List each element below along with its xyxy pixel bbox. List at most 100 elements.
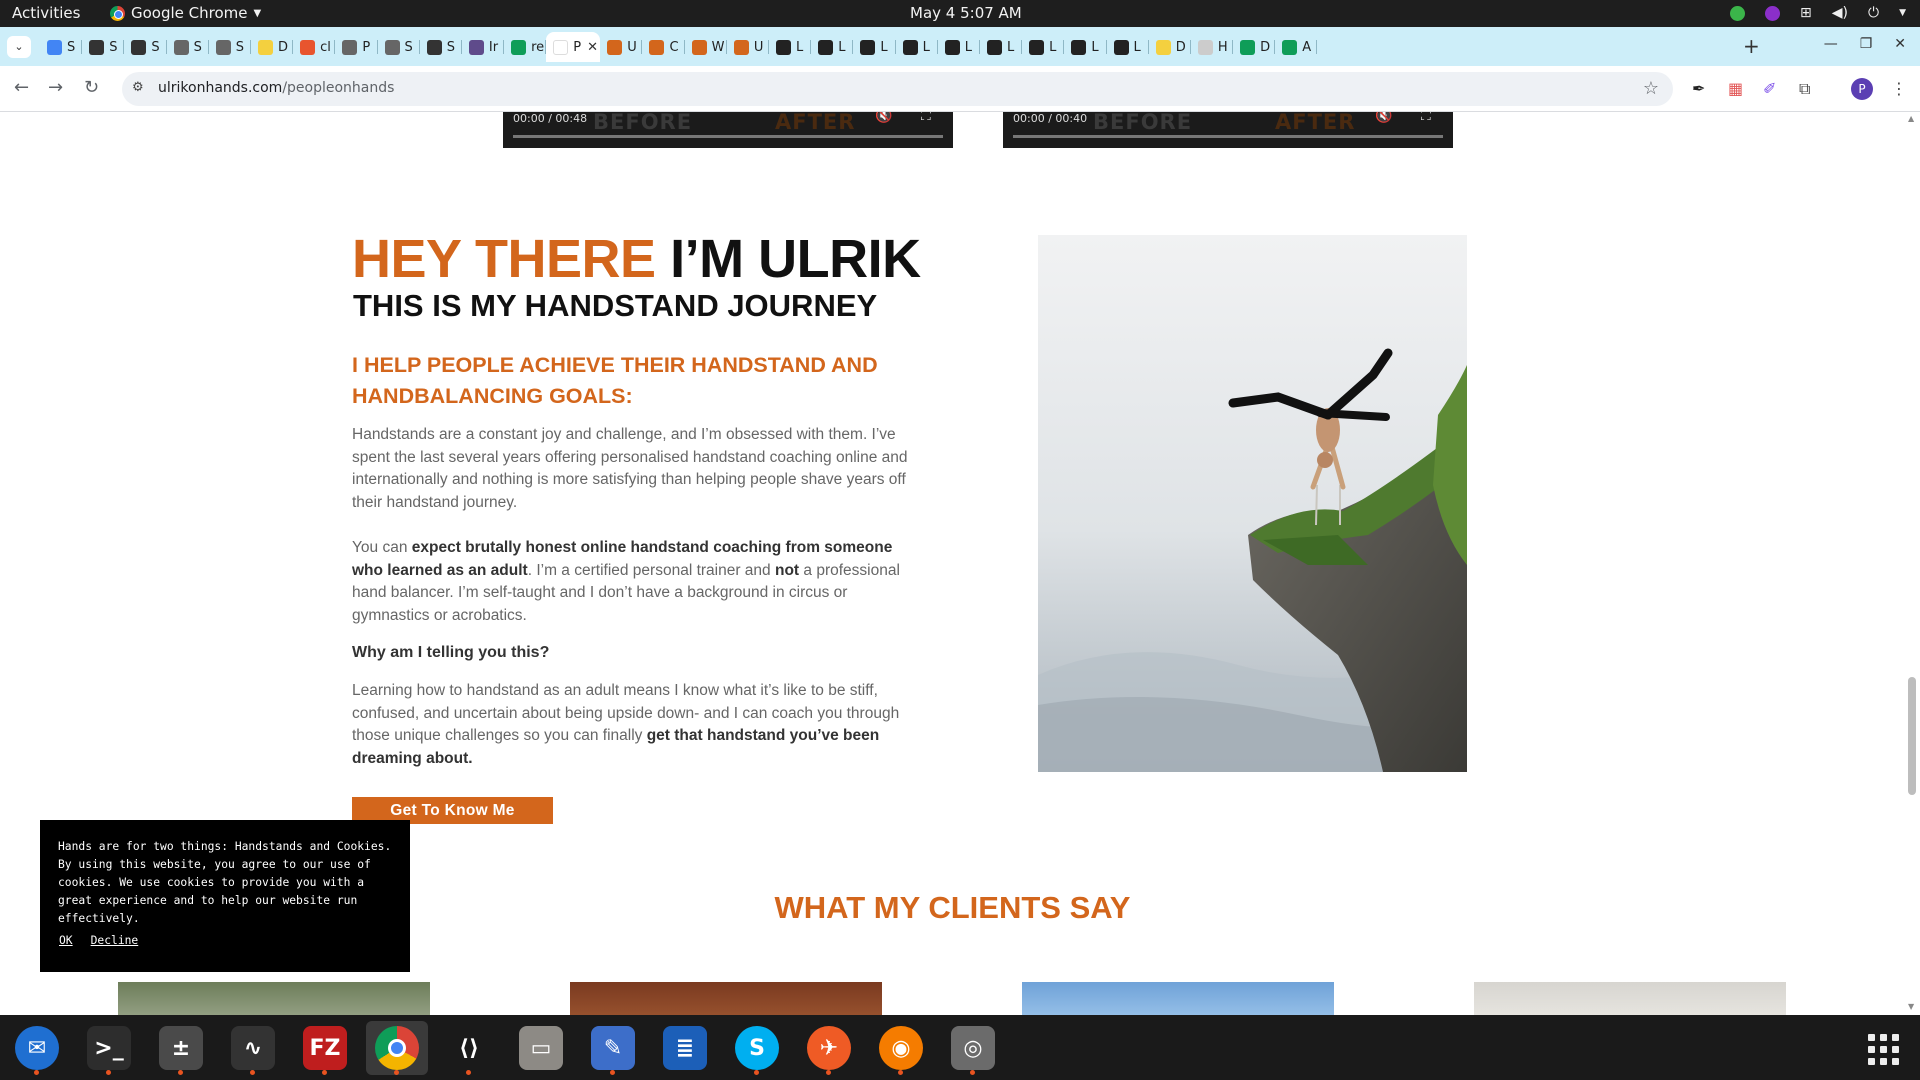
before-after-video[interactable]: 00:00 / 00:40 BEFORE AFTER 🔇 ⛶ bbox=[1003, 112, 1453, 148]
dock-skype[interactable]: S bbox=[726, 1021, 788, 1075]
reload-icon[interactable]: ↻ bbox=[84, 77, 99, 98]
browser-tab[interactable]: D bbox=[1233, 32, 1276, 62]
dock-disks[interactable]: ◎ bbox=[942, 1021, 1004, 1075]
update-icon[interactable] bbox=[1730, 5, 1746, 21]
postman-icon: ✈ bbox=[807, 1026, 851, 1070]
address-bar[interactable]: ⚙ ulrikonhands.com/peopleonhands ☆ bbox=[122, 72, 1673, 106]
network-icon[interactable]: ⊞ bbox=[1800, 3, 1812, 23]
page-scrollbar[interactable]: ▲ ▼ bbox=[1904, 112, 1920, 1015]
system-tray[interactable]: ⊞ ◀) ⏻ ▼ bbox=[1730, 3, 1906, 23]
dock-text-editor[interactable]: ✎ bbox=[582, 1021, 644, 1075]
browser-tab[interactable]: re bbox=[504, 32, 547, 62]
activities-button[interactable]: Activities bbox=[12, 4, 80, 22]
hero-title-name: I’M ULRIK bbox=[670, 229, 921, 289]
client-photo bbox=[1022, 982, 1334, 1015]
tab-label: D bbox=[1260, 39, 1271, 55]
browser-tab[interactable]: S bbox=[40, 32, 83, 62]
tab-search-button[interactable]: ⌄ bbox=[7, 36, 31, 58]
dock-files[interactable]: ▭ bbox=[510, 1021, 572, 1075]
browser-tab[interactable]: L bbox=[1022, 32, 1065, 62]
close-icon[interactable]: ✕ bbox=[1894, 36, 1906, 52]
running-indicator bbox=[322, 1070, 327, 1075]
volume-icon[interactable]: ◀) bbox=[1832, 3, 1848, 23]
browser-tab[interactable]: S bbox=[209, 32, 251, 62]
browser-tab[interactable]: Ir bbox=[462, 32, 505, 62]
browser-tab[interactable]: L bbox=[938, 32, 980, 62]
browser-tab[interactable]: S bbox=[420, 32, 462, 62]
site-info-icon[interactable]: ⚙ bbox=[132, 80, 144, 95]
browser-tab[interactable]: L bbox=[896, 32, 938, 62]
video-time: 00:00 / 00:48 bbox=[513, 112, 588, 125]
dock-system-monitor[interactable]: ∿ bbox=[222, 1021, 284, 1075]
dock-writer[interactable]: ≣ bbox=[654, 1021, 716, 1075]
minimize-icon[interactable]: — bbox=[1824, 36, 1838, 52]
browser-tab[interactable]: U bbox=[727, 32, 769, 62]
browser-tab[interactable]: D bbox=[251, 32, 294, 62]
mute-icon[interactable]: 🔇 bbox=[875, 112, 892, 124]
tab-label: P bbox=[573, 39, 582, 55]
pen-extension-icon[interactable]: ✐ bbox=[1763, 79, 1776, 98]
dock-blender[interactable]: ◉ bbox=[870, 1021, 932, 1075]
bookmark-star-icon[interactable]: ☆ bbox=[1643, 78, 1659, 99]
browser-tab[interactable]: S bbox=[124, 32, 167, 62]
browser-tab[interactable]: C bbox=[642, 32, 685, 62]
tab-label: Ir bbox=[488, 39, 499, 55]
browser-tab[interactable]: P bbox=[335, 32, 378, 62]
browser-tab[interactable]: L bbox=[853, 32, 896, 62]
tab-favicon-icon bbox=[1113, 39, 1129, 55]
tab-close-icon[interactable]: ✕ bbox=[587, 40, 598, 55]
fullscreen-icon[interactable]: ⛶ bbox=[921, 112, 931, 124]
video-progress-bar[interactable] bbox=[513, 135, 943, 138]
video-progress-bar[interactable] bbox=[1013, 135, 1443, 138]
new-tab-button[interactable]: + bbox=[1743, 34, 1760, 58]
browser-tab[interactable]: W bbox=[685, 32, 727, 62]
back-icon[interactable]: ← bbox=[14, 77, 29, 98]
mute-icon[interactable]: 🔇 bbox=[1375, 112, 1392, 124]
calendar-extension-icon[interactable]: ▦ bbox=[1728, 79, 1743, 98]
browser-tab[interactable]: L bbox=[1107, 32, 1149, 62]
browser-tab[interactable]: H bbox=[1191, 32, 1234, 62]
extensions-puzzle-icon[interactable]: ⧉ bbox=[1799, 79, 1810, 99]
dock-vscode[interactable]: ⟨⟩ bbox=[438, 1021, 500, 1075]
browser-tab[interactable]: L bbox=[1064, 32, 1107, 62]
browser-tab[interactable]: L bbox=[769, 32, 812, 62]
eyedropper-icon[interactable]: ✒ bbox=[1692, 79, 1705, 98]
dock-filezilla[interactable]: FZ bbox=[294, 1021, 356, 1075]
browser-tab[interactable]: D bbox=[1149, 32, 1191, 62]
extension-icon[interactable] bbox=[1765, 5, 1781, 21]
app-menu[interactable]: Google Chrome ▼ bbox=[110, 4, 261, 22]
power-icon[interactable]: ⏻ bbox=[1868, 3, 1879, 23]
url-text[interactable]: ulrikonhands.com/peopleonhands bbox=[158, 80, 394, 96]
clock[interactable]: May 4 5:07 AM bbox=[910, 4, 1022, 22]
tab-label: L bbox=[796, 39, 804, 55]
browser-tab[interactable]: L bbox=[980, 32, 1023, 62]
browser-tab[interactable]: S bbox=[82, 32, 125, 62]
forward-icon[interactable]: → bbox=[48, 77, 63, 98]
browser-tab[interactable]: U bbox=[600, 32, 643, 62]
before-after-video[interactable]: 00:00 / 00:48 BEFORE AFTER 🔇 ⛶ bbox=[503, 112, 953, 148]
dock-chrome[interactable] bbox=[366, 1021, 428, 1075]
dock-terminal[interactable]: >_ bbox=[78, 1021, 140, 1075]
chevron-down-icon[interactable]: ▼ bbox=[1899, 3, 1906, 23]
dock-postman[interactable]: ✈ bbox=[798, 1021, 860, 1075]
tab-favicon-icon bbox=[691, 39, 707, 55]
dock-calculator[interactable]: ± bbox=[150, 1021, 212, 1075]
cookie-decline-button[interactable]: Decline bbox=[91, 932, 139, 950]
browser-tab[interactable]: A bbox=[1275, 32, 1318, 62]
profile-avatar[interactable]: P bbox=[1851, 78, 1873, 100]
browser-tab[interactable]: L bbox=[811, 32, 854, 62]
browser-tab[interactable]: cl bbox=[293, 32, 336, 62]
restore-icon[interactable]: ❐ bbox=[1860, 36, 1873, 52]
show-apps-icon[interactable] bbox=[1868, 1034, 1899, 1065]
client-photo bbox=[118, 982, 430, 1015]
cookie-ok-button[interactable]: OK bbox=[59, 932, 73, 950]
dock-thunderbird[interactable]: ✉ bbox=[6, 1021, 68, 1075]
scrollbar-thumb[interactable] bbox=[1908, 677, 1916, 795]
scroll-down-icon[interactable]: ▼ bbox=[1908, 1002, 1914, 1011]
kebab-menu-icon[interactable]: ⋮ bbox=[1891, 79, 1907, 98]
browser-tab[interactable]: S bbox=[167, 32, 209, 62]
browser-tab[interactable]: S bbox=[378, 32, 420, 62]
scroll-up-icon[interactable]: ▲ bbox=[1908, 114, 1914, 123]
tab-active[interactable]: P ✕ bbox=[546, 32, 601, 62]
fullscreen-icon[interactable]: ⛶ bbox=[1421, 112, 1431, 124]
